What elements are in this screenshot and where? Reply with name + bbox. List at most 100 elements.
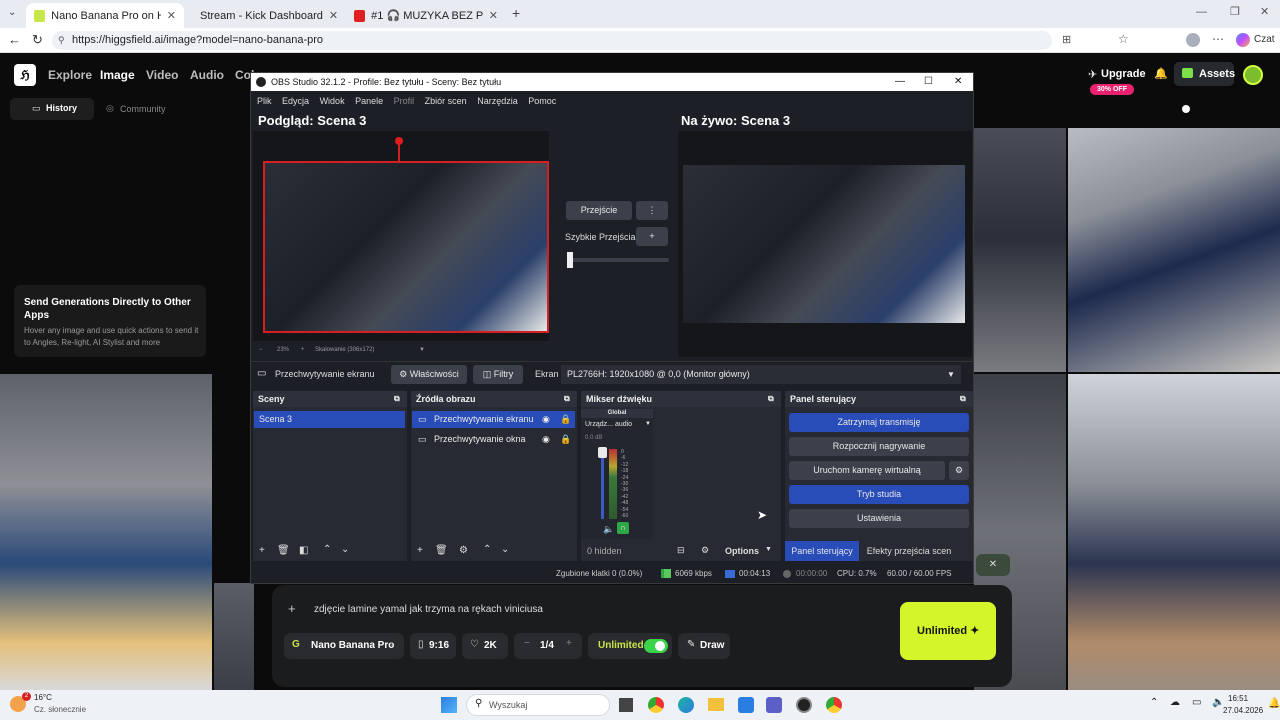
move-down-icon[interactable]: ⌄ xyxy=(501,544,509,555)
speaker-icon[interactable]: 🔈 xyxy=(603,524,614,535)
reload-icon[interactable]: ↻ xyxy=(32,32,43,48)
slider-knob[interactable] xyxy=(1182,105,1190,113)
source-item[interactable]: ▭ Przechwytywanie ekranu ◉ 🔒 xyxy=(412,411,575,428)
move-up-icon[interactable]: ⌃ xyxy=(483,544,491,555)
scene-item[interactable]: Scena 3 xyxy=(254,411,405,428)
onedrive-icon[interactable]: ☁ xyxy=(1170,697,1180,708)
tab-youtube[interactable]: #1 🎧 MUZYKA BEZ PRAW AUTOR ✕ xyxy=(346,3,506,28)
unlimited-toggle[interactable]: Unlimited xyxy=(588,633,672,659)
quality-selector[interactable]: ♡ 2K xyxy=(462,633,508,659)
close-tab-icon[interactable]: ✕ xyxy=(329,9,338,22)
count-stepper[interactable]: − 1/4 + xyxy=(514,633,582,659)
add-source-icon[interactable]: + xyxy=(417,545,423,556)
menu-zbior-scen[interactable]: Zbiór scen xyxy=(425,96,467,106)
source-properties-icon[interactable]: ⚙ xyxy=(459,545,468,556)
back-icon[interactable]: ← xyxy=(8,32,21,47)
start-recording-button[interactable]: Rozpocznij nagrywanie xyxy=(789,437,969,456)
settings-button[interactable]: Ustawienia xyxy=(789,509,969,528)
prompt-input[interactable]: zdjęcie lamine yamal jak trzyma na rękac… xyxy=(314,604,543,615)
chrome-icon[interactable] xyxy=(648,697,664,713)
tab-list-icon[interactable]: ⌄ xyxy=(8,7,16,18)
model-selector[interactable]: G Nano Banana Pro › xyxy=(284,633,404,659)
studio-mode-button[interactable]: Tryb studia xyxy=(789,485,969,504)
scene-filters-icon[interactable]: ◧ xyxy=(299,545,308,556)
maximize-icon[interactable]: ❐ xyxy=(1230,5,1240,18)
favorite-icon[interactable]: ☆ xyxy=(1118,32,1129,46)
zoom-out-icon[interactable]: − xyxy=(259,347,263,353)
gallery-image[interactable] xyxy=(1068,128,1280,372)
toggle-switch[interactable] xyxy=(644,639,668,653)
tab-kick[interactable]: Stream - Kick Dashboard ✕ xyxy=(186,3,344,28)
visibility-eye-icon[interactable]: ◉ xyxy=(542,431,550,448)
maximize-icon[interactable]: ☐ xyxy=(924,73,933,91)
panel-float-icon[interactable]: ⧉ xyxy=(394,391,400,407)
dismiss-popover-icon[interactable]: ✕ xyxy=(976,554,1010,576)
rotation-handle-knob[interactable] xyxy=(395,137,403,145)
tab-controls[interactable]: Panel sterujący xyxy=(785,541,859,561)
notification-bell-icon[interactable]: 🔔 xyxy=(1154,67,1168,80)
panel-float-icon[interactable]: ⧉ xyxy=(768,391,774,407)
filters-button[interactable]: ◫ Filtry xyxy=(473,365,523,384)
obs-taskbar-icon[interactable] xyxy=(796,697,812,713)
move-up-icon[interactable]: ⌃ xyxy=(323,544,331,555)
url-field[interactable]: ⚲ https://higgsfield.ai/image?model=nano… xyxy=(52,31,1052,50)
file-explorer-icon[interactable] xyxy=(708,698,724,711)
generate-button[interactable]: Unlimited ✦ xyxy=(900,602,996,660)
device-menu-icon[interactable]: ▼ xyxy=(645,421,651,427)
volume-fader-knob[interactable] xyxy=(598,447,607,458)
transition-button[interactable]: Przejście xyxy=(566,201,632,220)
upgrade-link[interactable]: Upgrade xyxy=(1101,68,1146,80)
minimize-icon[interactable]: — xyxy=(895,73,905,91)
panel-float-icon[interactable]: ⧉ xyxy=(564,391,570,407)
gallery-image[interactable] xyxy=(0,374,212,690)
tab-higgsfield[interactable]: Nano Banana Pro on Higgsfield: N ✕ xyxy=(26,3,184,28)
network-icon[interactable]: ▭ xyxy=(1192,697,1201,708)
volume-fader[interactable] xyxy=(598,447,607,519)
options-button[interactable]: Options xyxy=(725,546,759,556)
copilot-label[interactable]: Czat xyxy=(1254,34,1275,45)
higgsfield-logo[interactable]: ℌ xyxy=(14,64,36,86)
more-menu-icon[interactable]: ⋯ xyxy=(1212,32,1224,46)
advanced-audio-icon[interactable]: ⚙ xyxy=(701,545,709,556)
menu-panele[interactable]: Panele xyxy=(355,96,383,106)
store-icon[interactable] xyxy=(738,697,754,713)
gallery-image[interactable] xyxy=(1068,374,1280,690)
zoom-in-icon[interactable]: + xyxy=(301,347,305,353)
add-reference-icon[interactable]: + xyxy=(288,601,296,616)
transition-menu-button[interactable]: ⋮ xyxy=(636,201,668,220)
menu-edycja[interactable]: Edycja xyxy=(282,96,309,106)
user-avatar[interactable] xyxy=(1243,65,1263,85)
aspect-ratio-selector[interactable]: ▯ 9:16 xyxy=(410,633,456,659)
close-window-icon[interactable]: ✕ xyxy=(1260,5,1269,18)
transition-slider[interactable] xyxy=(567,252,669,268)
gallery-image[interactable] xyxy=(214,583,254,690)
add-scene-icon[interactable]: + xyxy=(259,545,265,556)
menu-narzedzia[interactable]: Narzędzia xyxy=(477,96,518,106)
panel-float-icon[interactable]: ⧉ xyxy=(960,391,966,407)
chevron-down-icon[interactable]: ▼ xyxy=(765,546,772,553)
chrome-icon[interactable] xyxy=(826,697,842,713)
extensions-icon[interactable]: ⊞ xyxy=(1062,33,1071,46)
visibility-eye-icon[interactable]: ◉ xyxy=(542,411,550,428)
virtual-camera-settings-icon[interactable]: ⚙ xyxy=(949,461,969,480)
assets-button[interactable]: Assets xyxy=(1174,62,1235,86)
preview-screen-capture[interactable] xyxy=(263,161,549,333)
menu-widok[interactable]: Widok xyxy=(320,96,345,106)
teams-icon[interactable] xyxy=(766,697,782,713)
profile-avatar[interactable] xyxy=(1186,33,1200,47)
history-tab[interactable]: ▭ History xyxy=(10,98,94,120)
close-icon[interactable]: ✕ xyxy=(954,73,962,91)
tray-chevron-up-icon[interactable]: ⌃ xyxy=(1150,697,1158,708)
lock-icon[interactable]: 🔒 xyxy=(560,431,571,448)
edge-icon[interactable] xyxy=(678,697,694,713)
tab-scene-transitions[interactable]: Efekty przejścia scen xyxy=(863,541,955,561)
nav-image[interactable]: Image xyxy=(100,68,135,82)
minimize-icon[interactable]: — xyxy=(1196,6,1207,18)
virtual-camera-button[interactable]: Uruchom kamerę wirtualną xyxy=(789,461,945,480)
headphones-icon[interactable]: ∩ xyxy=(617,522,629,534)
decrement-icon[interactable]: − xyxy=(524,638,530,649)
windows-start-icon[interactable] xyxy=(441,697,457,713)
layout-icon[interactable]: ⊟ xyxy=(677,545,685,556)
clock-time[interactable]: 16:51 xyxy=(1228,694,1248,703)
clock-date[interactable]: 27.04.2026 xyxy=(1223,706,1263,715)
